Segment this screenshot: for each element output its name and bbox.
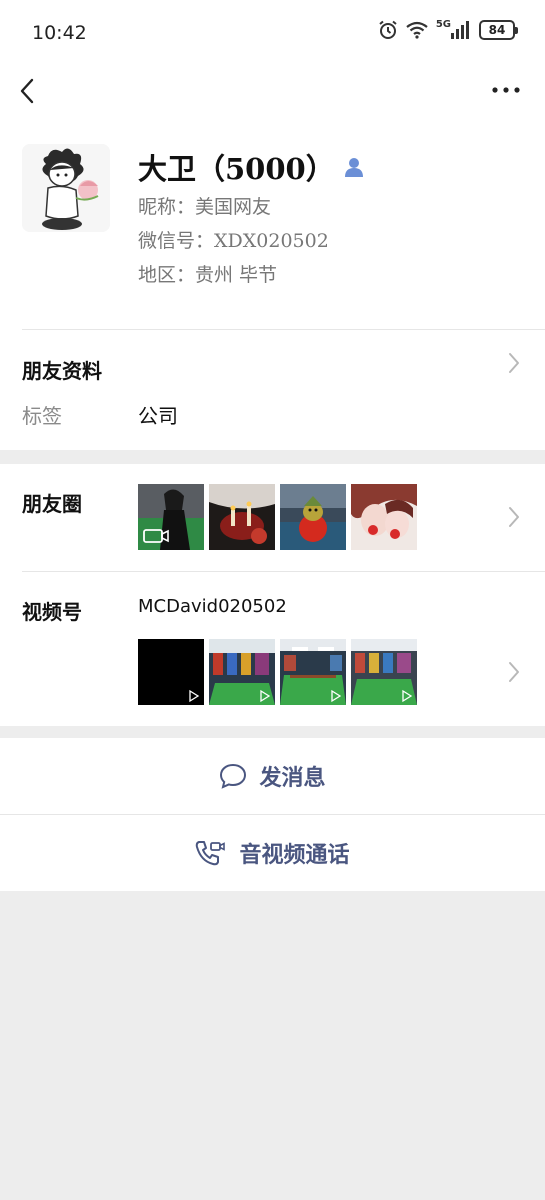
moments-thumbnails: [138, 484, 417, 550]
contact-name: 大卫（5000）: [138, 152, 335, 186]
chevron-right-icon: [509, 507, 519, 527]
battery-level: 84: [488, 23, 506, 37]
moment-thumbnail[interactable]: [280, 484, 346, 550]
status-time: 10:42: [32, 22, 87, 44]
profile-card: 大卫（5000） 昵称：美国网友 微信号：XDX020502 地区：贵州 毕节 …: [0, 116, 545, 450]
send-message-button[interactable]: 发消息: [0, 738, 545, 814]
av-call-label: 音视频通话: [239, 842, 350, 868]
channels-title: 视频号: [22, 600, 82, 624]
channels-thumbnails: [138, 639, 417, 705]
moments-row[interactable]: 朋友圈: [0, 464, 545, 570]
moment-thumbnail[interactable]: [351, 484, 417, 550]
channels-account: MCDavid020502: [138, 596, 287, 617]
avatar[interactable]: [22, 144, 110, 232]
name-row: 大卫（5000）: [138, 146, 365, 188]
moment-thumbnail[interactable]: [209, 484, 275, 550]
more-icon[interactable]: [489, 78, 523, 102]
status-icons: 5G 84: [378, 18, 518, 40]
battery-icon: 84: [479, 20, 518, 40]
wifi-icon: [406, 21, 428, 39]
contact-badge-icon: [344, 158, 363, 177]
channel-video-thumbnail[interactable]: [280, 639, 346, 705]
alarm-icon: [379, 20, 397, 39]
chat-bubble-icon: [220, 763, 247, 789]
tag-label: 标签: [22, 404, 62, 428]
tag-value: 公司: [138, 404, 178, 428]
friend-info-title: 朋友资料: [22, 359, 102, 383]
channels-row[interactable]: 视频号 MCDavid020502: [0, 572, 545, 726]
nav-bar: [0, 66, 545, 116]
chevron-right-icon: [509, 662, 519, 682]
signal-icon: [451, 21, 469, 39]
channel-video-thumbnail[interactable]: [351, 639, 417, 705]
chevron-left-icon[interactable]: [14, 74, 44, 108]
video-call-icon: [196, 841, 226, 866]
chevron-right-icon: [509, 353, 519, 373]
channel-video-thumbnail[interactable]: [138, 639, 204, 705]
status-bar: 10:42 5G 84: [0, 0, 545, 66]
network-type: 5G: [435, 18, 451, 30]
moments-card: 朋友圈 视频号 MCDavid020502: [0, 464, 545, 726]
avatar-illustration: [22, 144, 110, 232]
region: 地区：贵州 毕节: [138, 264, 278, 286]
moments-title: 朋友圈: [22, 492, 82, 516]
moment-thumbnail[interactable]: [138, 484, 204, 550]
nickname: 昵称：美国网友: [138, 196, 272, 218]
wechat-id[interactable]: 微信号：XDX020502: [138, 226, 329, 253]
friend-info-row[interactable]: 朋友资料 标签 公司: [0, 330, 545, 450]
av-call-button[interactable]: 音视频通话: [0, 815, 545, 891]
channel-video-thumbnail[interactable]: [209, 639, 275, 705]
send-message-label: 发消息: [259, 765, 326, 791]
